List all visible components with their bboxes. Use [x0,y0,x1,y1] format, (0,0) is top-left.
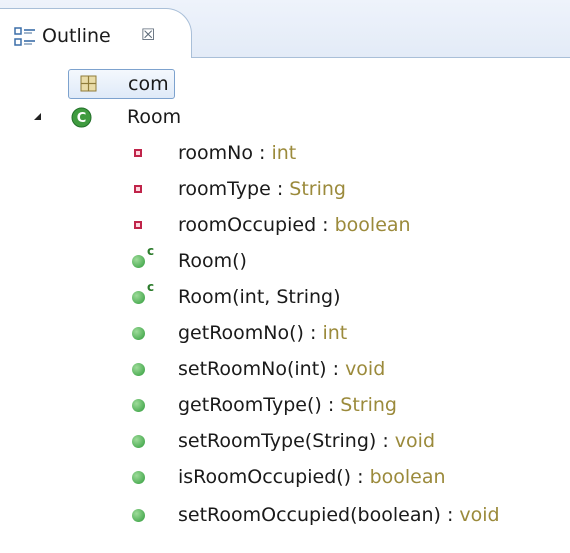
public-method-icon [132,363,145,376]
tree-row-constructor[interactable]: c Room() [0,244,570,277]
tree-row-field[interactable]: roomType : String [0,173,570,205]
member-type: void [459,504,500,526]
constructor-mark: c [147,280,155,294]
member-label: Room(int, String) [178,281,340,313]
tree-row-field[interactable]: roomOccupied : boolean [0,209,570,241]
member-type: boolean [369,466,446,488]
member-sep: : [326,358,346,380]
member-label: setRoomType(String) : void [178,425,435,457]
member-name: isRoomOccupied() [178,466,352,488]
tree-row-method[interactable]: setRoomNo(int) : void [0,353,570,385]
member-type: int [322,322,348,344]
member-name: roomType [178,178,271,200]
tree-row-method[interactable]: isRoomOccupied() : boolean [0,461,570,493]
member-label: roomType : String [178,173,346,205]
member-type: String [340,394,397,416]
member-sep: : [270,178,290,200]
member-type: int [271,142,297,164]
member-label: isRoomOccupied() : boolean [178,461,446,493]
member-sep: : [321,394,341,416]
private-field-icon [134,185,142,193]
public-method-icon [132,471,145,484]
member-name: Room(int, String) [178,286,341,308]
member-name: getRoomNo() [178,322,304,344]
member-name: roomNo [178,142,253,164]
member-type: boolean [334,214,411,236]
member-label: setRoomOccupied(boolean) : void [178,499,500,531]
member-label: Room() [178,245,247,277]
member-label: getRoomNo() : int [178,317,347,349]
member-type: void [345,358,386,380]
public-method-icon [132,435,145,448]
tree-row-class[interactable]: C Room [0,101,570,133]
member-name: setRoomType(String) [178,430,377,452]
member-name: setRoomNo(int) [178,358,327,380]
member-label: roomNo : int [178,137,296,169]
tree-row-field[interactable]: roomNo : int [0,137,570,169]
member-sep: : [316,214,335,236]
svg-text:C: C [77,111,87,126]
outline-icon [14,27,35,46]
tree-row-method[interactable]: getRoomNo() : int [0,317,570,349]
member-label: roomOccupied : boolean [178,209,411,241]
tab-label: Outline [42,25,111,47]
class-name: Room [127,106,182,128]
outline-view: Outline ☒ com C Room roomNo : int roomTy… [0,0,570,553]
package-name: com [128,73,169,95]
tree-row-method[interactable]: setRoomType(String) : void [0,425,570,457]
public-method-icon [132,327,145,340]
member-sep: : [440,504,460,526]
public-method-icon [132,255,145,268]
member-type: String [289,178,346,200]
public-method-icon [132,291,145,304]
expand-arrow-icon[interactable] [34,113,41,120]
private-field-icon [134,149,142,157]
member-sep: : [376,430,395,452]
member-name: roomOccupied [178,214,317,236]
tree-row-method[interactable]: setRoomOccupied(boolean) : void [0,499,570,531]
tree-row-constructor[interactable]: c Room(int, String) [0,280,570,313]
close-icon[interactable]: ☒ [141,23,155,47]
member-sep: : [303,322,323,344]
tree-row-package[interactable]: com [0,68,570,100]
constructor-mark: c [147,244,155,258]
member-label: getRoomType() : String [178,389,397,421]
member-sep: : [351,466,370,488]
public-method-icon [132,509,145,522]
class-icon: C [71,107,92,128]
private-field-icon [134,221,142,229]
tree-row-method[interactable]: getRoomType() : String [0,389,570,421]
package-icon [80,75,97,92]
member-name: setRoomOccupied(boolean) [178,504,441,526]
member-type: void [394,430,436,452]
member-label: setRoomNo(int) : void [178,353,385,385]
member-name: Room() [178,250,247,272]
public-method-icon [132,399,145,412]
tab-outline[interactable]: Outline ☒ [0,8,192,58]
member-sep: : [253,142,272,164]
member-name: getRoomType() [178,394,322,416]
